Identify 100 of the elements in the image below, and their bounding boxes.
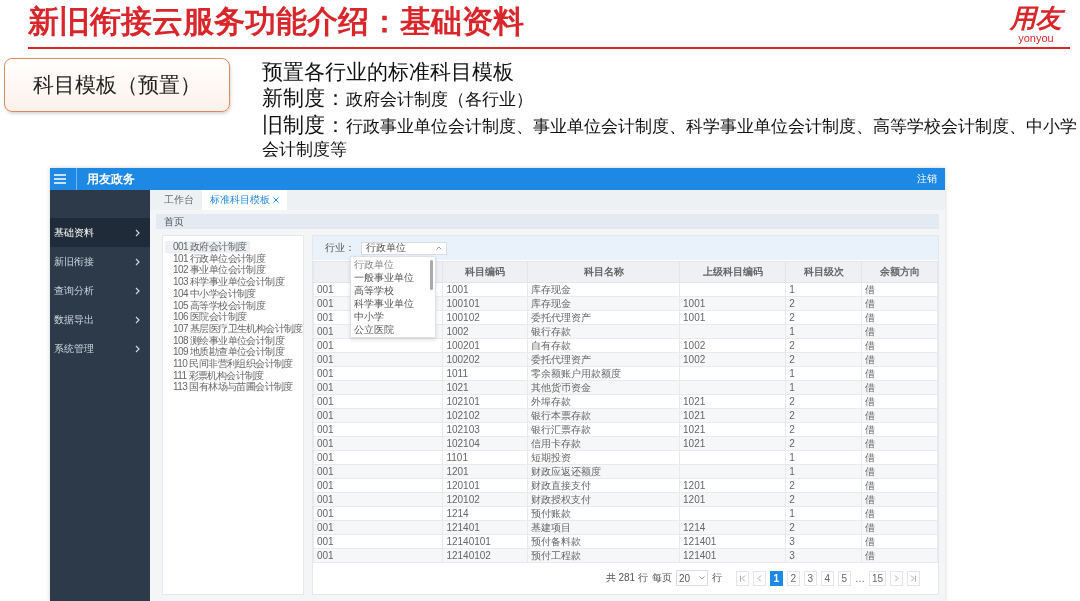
template-item[interactable]: 102 事业单位会计制度 <box>165 264 270 277</box>
template-item[interactable]: 101 行政单位会计制度 <box>165 252 270 265</box>
previous-page-icon <box>755 574 763 582</box>
table-cell: 1001 <box>679 310 786 325</box>
table-cell: 库存现金 <box>527 282 680 297</box>
page-button[interactable]: 1 <box>769 570 783 586</box>
total-count: 共 281 行 <box>605 571 648 585</box>
template-item[interactable]: 105 高等学校会计制度 <box>165 299 270 312</box>
table-cell: 2 <box>785 478 862 493</box>
sidebar-item[interactable]: 基础资料 <box>50 218 150 247</box>
page-button[interactable]: 2 <box>786 570 800 586</box>
slide-title: 新旧衔接云服务功能介绍：基础资料 <box>28 3 524 41</box>
table-cell: 借 <box>861 310 938 325</box>
table-cell: 1 <box>785 450 862 465</box>
chevron-right-icon <box>135 228 140 237</box>
template-item[interactable]: 103 科学事业单位会计制度 <box>165 276 289 288</box>
menu-icon[interactable] <box>54 174 66 184</box>
table-cell: 借 <box>861 422 938 437</box>
table-cell: 001 <box>313 394 443 409</box>
page-button[interactable]: 15 <box>868 570 886 586</box>
template-item[interactable]: 104 中小学会计制度 <box>165 287 260 300</box>
table-cell: 1 <box>785 506 862 521</box>
table-cell: 12140101 <box>442 534 528 549</box>
table-cell: 001 <box>313 366 443 381</box>
dropdown-option[interactable]: 科学事业单位 <box>351 297 430 310</box>
table-cell: 自有存款 <box>527 338 680 353</box>
previous-page-button[interactable] <box>752 570 766 586</box>
caret-down-icon <box>698 576 705 580</box>
filter-label: 行业： <box>325 241 355 255</box>
table-cell: 102103 <box>442 422 528 437</box>
logo-wordmark: yonyou <box>1018 32 1054 44</box>
dropdown-option[interactable]: 公立医院 <box>351 323 430 336</box>
page-button[interactable]: 5 <box>837 570 851 586</box>
first-page-icon <box>738 574 746 582</box>
template-item[interactable]: 109 地质勘查单位会计制度 <box>165 346 289 359</box>
page-button[interactable]: 3 <box>803 570 817 586</box>
logout-link[interactable]: 注销 <box>917 172 937 186</box>
table-cell: 预付账款 <box>527 506 680 521</box>
table-cell: 102101 <box>442 394 528 409</box>
sidebar-item[interactable]: 数据导出 <box>50 305 150 334</box>
table-cell: 预付备料款 <box>527 534 680 549</box>
table-cell: 3 <box>785 534 862 549</box>
page-size-label: 每页 <box>651 571 672 585</box>
template-item[interactable]: 108 测绘事业单位会计制度 <box>165 334 289 347</box>
table-cell: 1214 <box>442 506 528 521</box>
table-cell: 财政直接支付 <box>527 478 680 493</box>
template-item[interactable]: 106 医院会计制度 <box>165 311 251 323</box>
table-cell: 121401 <box>679 534 786 549</box>
sidebar-item[interactable]: 查询分析 <box>50 276 150 305</box>
table-cell: 借 <box>861 450 938 465</box>
table-cell: 001 <box>313 450 443 465</box>
table-cell: 借 <box>861 478 938 493</box>
sidebar-item[interactable]: 系统管理 <box>50 334 150 363</box>
column-header: 科目名称 <box>527 261 680 283</box>
table-cell: 1 <box>785 366 862 381</box>
industry-select[interactable]: 行政单位 <box>361 241 447 255</box>
table-cell: 1021 <box>679 422 786 437</box>
scrollbar-thumb[interactable] <box>430 260 433 290</box>
table-cell: 1001 <box>442 282 528 297</box>
next-page-icon <box>893 574 900 582</box>
column-header: 科目级次 <box>785 261 862 283</box>
table-cell: 1201 <box>679 478 786 493</box>
sidebar-item[interactable]: 新旧衔接 <box>50 247 150 276</box>
dropdown-option[interactable]: 高等学校 <box>351 284 430 297</box>
dropdown-option[interactable]: 中小学 <box>351 310 430 323</box>
tab[interactable]: 标准科目模板 <box>202 190 287 210</box>
template-item[interactable]: 113 国有林场与苗圃会计制度 <box>165 381 297 394</box>
last-page-button[interactable] <box>907 570 920 586</box>
table-cell: 001 <box>313 534 443 549</box>
table-cell: 借 <box>861 394 938 409</box>
chevron-right-icon <box>135 315 140 324</box>
table-cell: 001 <box>313 338 443 353</box>
template-item[interactable]: 111 彩票机构会计制度 <box>165 369 268 382</box>
table-cell: 1101 <box>442 450 528 465</box>
table-cell: 1021 <box>679 394 786 409</box>
table-cell: 借 <box>861 338 938 353</box>
template-item[interactable]: 107 基层医疗卫生机构会计制度 <box>165 322 307 335</box>
page-button[interactable]: 4 <box>820 570 834 586</box>
first-page-button[interactable] <box>735 570 749 586</box>
table-cell: 2 <box>785 394 862 409</box>
table-cell: 零余额账户用款额度 <box>527 366 680 381</box>
breadcrumb-link[interactable]: 首页 <box>164 214 184 229</box>
column-header: 科目编码 <box>442 261 528 283</box>
template-item[interactable]: 110 民间非营利组织会计制度 <box>165 358 297 370</box>
caret-up-icon <box>436 246 442 250</box>
column-header: 余额方向 <box>861 261 938 283</box>
dropdown-option[interactable]: 行政单位 <box>351 258 430 271</box>
next-page-button[interactable] <box>890 570 903 586</box>
chevron-right-icon <box>135 344 140 353</box>
tab[interactable]: 工作台 <box>156 190 202 210</box>
table-cell: 借 <box>861 534 938 549</box>
table-cell: 001 <box>313 478 443 493</box>
intro-heading: 预置各行业的标准科目模板 <box>261 60 515 84</box>
table-cell: 借 <box>861 506 938 521</box>
close-icon[interactable] <box>273 197 279 203</box>
template-item[interactable]: 001 政府会计制度 <box>165 241 251 253</box>
table-cell: 借 <box>861 366 938 381</box>
topic-label: 科目模板（预置） <box>4 58 230 112</box>
page-size-select[interactable]: 20 <box>675 570 708 586</box>
intro-line: 新制度：政府会计制度（各行业） <box>261 87 534 111</box>
